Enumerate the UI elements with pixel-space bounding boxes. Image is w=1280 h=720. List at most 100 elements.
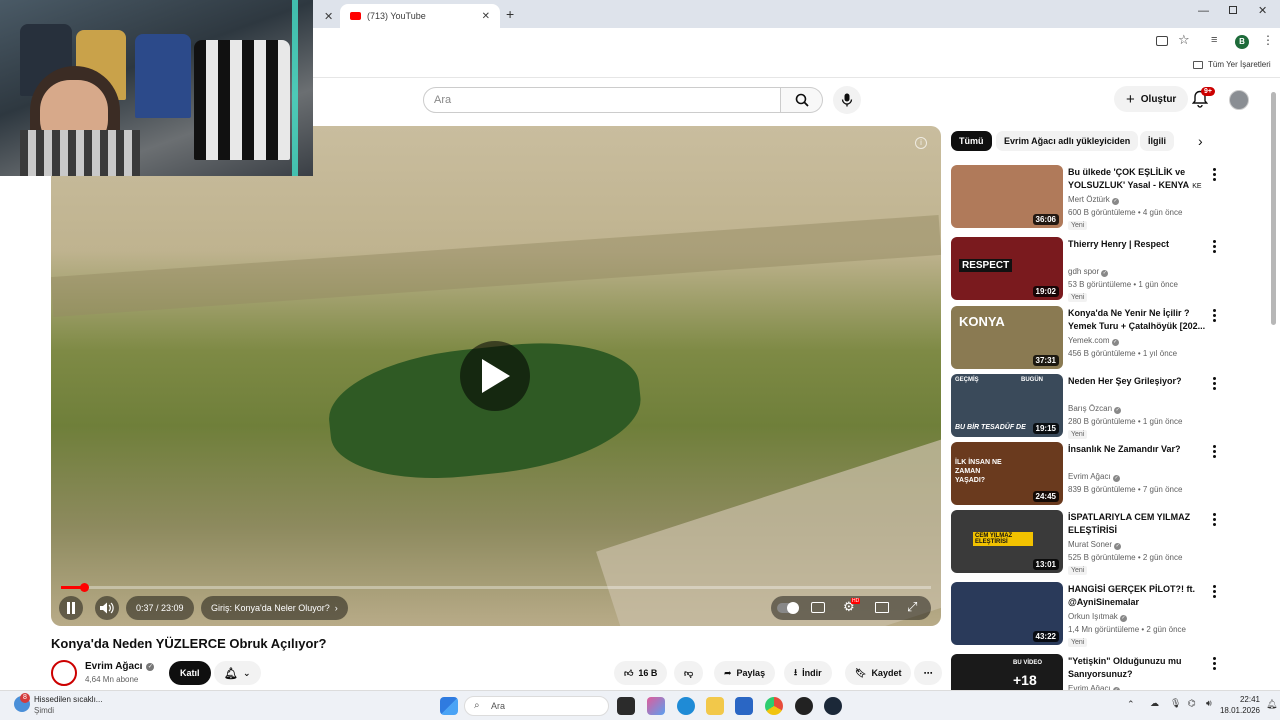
tab-close-icon[interactable]: ✕ — [482, 11, 490, 22]
rec-channel[interactable]: Murat Soner ✓ — [1068, 540, 1122, 550]
copilot-icon[interactable] — [647, 697, 665, 715]
rec-channel[interactable]: Yemek.com ✓ — [1068, 336, 1119, 346]
tray-chevron-up-icon[interactable]: ⌃ — [1127, 699, 1135, 710]
rec-title[interactable]: HANGİSİ GERÇEK PİLOT?! ft. @AyniSinemala… — [1068, 583, 1208, 609]
filter-chip-uploader[interactable]: Evrim Ağacı adlı yükleyiciden — [996, 131, 1139, 151]
taskbar-search[interactable]: ⌕ Ara — [464, 696, 609, 716]
rec-channel[interactable]: Barış Özcan ✓ — [1068, 404, 1122, 414]
recommendation-item[interactable]: 36:06 Bu ülkede 'ÇOK EŞLİLİK ve YOLSUZLUK… — [951, 165, 1271, 230]
channel-name[interactable]: Evrim Ağacı — [85, 661, 142, 672]
rec-more-icon[interactable] — [1209, 239, 1219, 255]
rec-channel[interactable]: gdh spor ✓ — [1068, 267, 1109, 277]
chrome-icon[interactable] — [765, 697, 783, 715]
progress-bar[interactable] — [61, 583, 931, 592]
channel-avatar[interactable] — [51, 660, 77, 686]
video-thumbnail[interactable]: 24:45 İLK İNSAN NE ZAMAN YAŞADI? — [951, 442, 1063, 505]
rec-channel[interactable]: Mert Öztürk ✓ — [1068, 195, 1120, 205]
search-button[interactable] — [781, 87, 823, 113]
save-button[interactable]: 🔖︎ Kaydet — [845, 661, 912, 685]
rec-more-icon[interactable] — [1209, 444, 1219, 460]
new-tab-button[interactable]: + — [506, 6, 514, 22]
bookmark-star-icon[interactable]: ☆ — [1178, 32, 1190, 48]
cloud-icon[interactable]: ☁ — [1150, 698, 1159, 709]
volume-button[interactable] — [95, 596, 119, 620]
recommendation-item[interactable]: 37:31 KONYA Konya'da Ne Yenir Ne İçilir ? … — [951, 306, 1271, 370]
share-button[interactable]: ➦ Paylaş — [714, 661, 776, 685]
rec-title[interactable]: Neden Her Şey Grileşiyor? — [1068, 375, 1208, 388]
rec-channel[interactable]: Evrim Ağacı ✓ — [1068, 472, 1120, 482]
download-button[interactable]: ⭳ İndir — [784, 661, 832, 685]
video-thumbnail[interactable]: 37:31 KONYA — [951, 306, 1063, 369]
video-player[interactable]: i 0:37 / 23:09 Giriş: Konya'da Neler Olu… — [51, 126, 941, 626]
tab-youtube[interactable]: (713) YouTube ✕ — [340, 4, 500, 28]
voice-search-button[interactable] — [833, 86, 861, 114]
clock-date[interactable]: 18.01.2026 — [1216, 706, 1260, 715]
page-scrollbar[interactable] — [1271, 92, 1276, 325]
rec-more-icon[interactable] — [1209, 584, 1219, 600]
mic-tray-icon[interactable]: 🎙︎ — [1170, 698, 1181, 709]
weather-title[interactable]: Hissedilen sıcaklı... — [34, 695, 102, 704]
filter-chip-all[interactable]: Tümü — [951, 131, 992, 151]
rec-title[interactable]: "Yetişkin" Olduğunuzu mu Sanıyorsunuz? — [1068, 655, 1208, 681]
theater-mode-icon[interactable] — [875, 602, 889, 613]
recommendation-item[interactable]: 24:45 İLK İNSAN NE ZAMAN YAŞADI? İnsanlık … — [951, 442, 1271, 506]
rec-title[interactable]: İnsanlık Ne Zamandır Var? — [1068, 443, 1208, 456]
notification-center-icon[interactable]: 🔔︎ — [1266, 699, 1277, 710]
task-view-icon[interactable] — [617, 697, 635, 715]
video-thumbnail[interactable]: 43:22 — [951, 582, 1063, 645]
video-thumbnail[interactable]: 13:01 CEM YILMAZ ELEŞTİRİSİ — [951, 510, 1063, 573]
video-thumbnail[interactable]: 19:15 GEÇMİŞ BUGÜN BU BİR TESADÜF DE — [951, 374, 1063, 437]
autoplay-toggle[interactable] — [777, 602, 799, 614]
maximize-button[interactable] — [1229, 6, 1237, 14]
obs-icon[interactable] — [795, 697, 813, 715]
search-input[interactable]: Ara — [423, 87, 781, 113]
windows-start-icon[interactable] — [440, 697, 458, 715]
rec-channel[interactable]: Orkun Işıtmak ✓ — [1068, 612, 1128, 622]
recommendation-item[interactable]: 43:22 HANGİSİ GERÇEK PİLOT?! ft. @AyniSin… — [951, 582, 1271, 647]
fullscreen-icon[interactable]: ⤢ — [907, 599, 917, 615]
edge-icon[interactable] — [677, 697, 695, 715]
close-window-button[interactable]: ✕ — [1258, 4, 1267, 17]
close-tab-button[interactable]: ✕ — [314, 4, 340, 28]
notifications-button[interactable]: 9+ — [1191, 87, 1215, 113]
reading-list-icon[interactable]: ≡ — [1211, 34, 1217, 46]
all-bookmarks-button[interactable]: Tüm Yer İşaretleri — [1193, 60, 1271, 69]
play-button[interactable] — [460, 341, 530, 411]
rec-title[interactable]: Thierry Henry | Respect — [1068, 238, 1208, 251]
rec-more-icon[interactable] — [1209, 656, 1219, 672]
rec-more-icon[interactable] — [1209, 167, 1219, 183]
rec-title[interactable]: İSPATLARIYLA CEM YILMAZ ELEŞTİRİSİ — [1068, 511, 1208, 537]
video-thumbnail[interactable]: 19:02 RESPECT — [951, 237, 1063, 300]
pause-button[interactable] — [59, 596, 83, 620]
channel-name-row[interactable]: Evrim Ağacı ✓ — [85, 661, 155, 672]
minimize-button[interactable]: — — [1198, 5, 1209, 17]
speaker-icon[interactable]: 🔊︎ — [1206, 698, 1212, 709]
filters-next-arrow-icon[interactable]: › — [1198, 133, 1203, 149]
subtitles-icon[interactable] — [811, 602, 825, 613]
video-thumbnail[interactable]: 36:06 — [951, 165, 1063, 228]
info-icon[interactable]: i — [915, 137, 927, 149]
account-avatar[interactable] — [1229, 90, 1249, 110]
recommendation-item[interactable]: 19:02 RESPECT Thierry Henry | Respect gdh s… — [951, 237, 1271, 302]
rec-more-icon[interactable] — [1209, 308, 1219, 324]
rec-title[interactable]: Bu ülkede 'ÇOK EŞLİLİK ve YOLSUZLUK' Yas… — [1068, 166, 1208, 192]
clock-time[interactable]: 22:41 — [1228, 695, 1260, 704]
steam-icon[interactable] — [824, 697, 842, 715]
more-actions-button[interactable]: ⋯ — [914, 661, 942, 685]
browser-menu-icon[interactable]: ⋮ — [1262, 33, 1274, 47]
network-icon[interactable]: ⌬ — [1188, 698, 1196, 709]
rec-more-icon[interactable] — [1209, 512, 1219, 528]
store-icon[interactable] — [735, 697, 753, 715]
recommendation-item[interactable]: 13:01 CEM YILMAZ ELEŞTİRİSİ İSPATLARIYLA C… — [951, 510, 1271, 575]
like-button[interactable]: 👍︎ 16 B — [614, 661, 668, 685]
rec-title[interactable]: Konya'da Ne Yenir Ne İçilir ? Yemek Turu… — [1068, 307, 1208, 333]
dislike-button[interactable]: 👎︎ — [674, 661, 704, 685]
file-explorer-icon[interactable] — [706, 697, 724, 715]
rec-more-icon[interactable] — [1209, 376, 1219, 392]
create-button[interactable]: + Oluştur — [1114, 86, 1189, 112]
recommendation-item[interactable]: 19:15 GEÇMİŞ BUGÜN BU BİR TESADÜF DE Neden H… — [951, 374, 1271, 439]
cast-icon[interactable] — [1156, 36, 1168, 46]
filter-chip-related[interactable]: İlgili — [1140, 131, 1174, 151]
subscribe-bell-button[interactable]: 🔔︎ ⌄ — [214, 661, 261, 685]
progress-scrubber[interactable] — [80, 583, 90, 592]
